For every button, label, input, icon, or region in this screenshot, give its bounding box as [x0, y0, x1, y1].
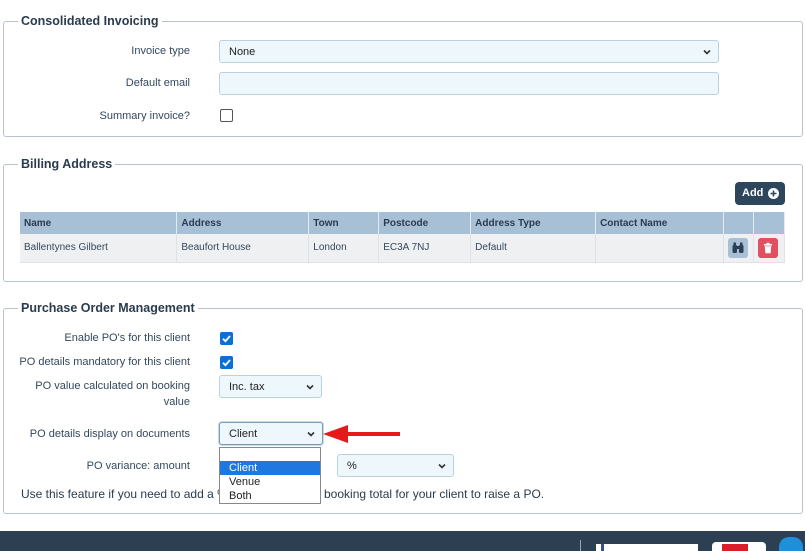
footer-logo-2 — [712, 542, 766, 551]
enable-po-checkbox[interactable] — [220, 332, 233, 345]
delete-address-button[interactable] — [757, 237, 778, 258]
billing-address-legend: Billing Address — [18, 157, 116, 172]
purchase-order-legend: Purchase Order Management — [18, 301, 198, 316]
billing-address-table: Name Address Town Postcode Address Type … — [20, 212, 786, 263]
summary-invoice-checkbox[interactable] — [220, 109, 233, 122]
chevron-down-icon — [307, 431, 315, 437]
po-value-calc-label: PO value calculated on booking value — [35, 380, 190, 408]
po-help-text-left: Use this feature if you need to add a % — [21, 487, 228, 501]
dropdown-option-both[interactable]: Both — [220, 489, 320, 503]
default-email-label: Default email — [125, 77, 190, 89]
po-variance-unit-select[interactable]: % — [337, 454, 454, 477]
dropdown-blank-row — [220, 448, 320, 461]
plus-circle-icon — [768, 188, 779, 199]
invoice-type-label: Invoice type — [131, 45, 190, 57]
cell-postcode: EC3A 7NJ — [378, 234, 472, 263]
dropdown-option-venue[interactable]: Venue — [220, 475, 320, 489]
chevron-down-icon — [306, 384, 314, 390]
summary-invoice-label: Summary invoice? — [99, 110, 190, 122]
po-mandatory-checkbox[interactable] — [220, 356, 233, 369]
column-header-contact-name[interactable]: Contact Name — [595, 212, 724, 234]
column-header-delete — [753, 212, 786, 234]
column-header-view — [723, 212, 754, 234]
footer-logo-3 — [779, 537, 803, 551]
po-display-select[interactable]: Client — [219, 422, 323, 445]
binoculars-icon — [732, 242, 744, 253]
table-row: Ballentynes Gilbert Beaufort House Londo… — [20, 234, 786, 263]
invoice-type-value: None — [229, 46, 256, 58]
column-header-name[interactable]: Name — [20, 212, 178, 234]
cell-delete — [753, 234, 786, 263]
invoice-type-select[interactable]: None — [219, 40, 719, 63]
column-header-town[interactable]: Town — [308, 212, 380, 234]
chevron-down-icon — [703, 49, 711, 55]
footer-divider — [580, 540, 581, 551]
add-address-button[interactable]: Add — [735, 182, 785, 205]
table-header-row: Name Address Town Postcode Address Type … — [20, 212, 786, 234]
view-address-button[interactable] — [727, 237, 748, 258]
consolidated-invoicing-legend: Consolidated Invoicing — [18, 14, 162, 29]
cell-view — [723, 234, 754, 263]
po-variance-label: PO variance: amount — [86, 460, 190, 472]
column-header-address-type[interactable]: Address Type — [470, 212, 597, 234]
checkmark-icon — [222, 335, 231, 343]
po-help-text-right: booking total for your client to raise a… — [324, 487, 545, 501]
chevron-down-icon — [438, 463, 446, 469]
billing-address-section: Billing Address Add Name Address Town Po… — [3, 157, 803, 282]
default-email-field[interactable] — [219, 72, 719, 95]
po-display-value: Client — [229, 428, 258, 440]
red-arrow-annotation — [323, 425, 400, 443]
po-value-calc-select[interactable]: Inc. tax — [219, 375, 322, 398]
cell-name: Ballentynes Gilbert — [20, 234, 178, 263]
po-display-label: PO details display on documents — [29, 428, 190, 440]
checkmark-icon — [222, 359, 231, 367]
po-variance-unit-value: % — [347, 460, 357, 472]
consolidated-invoicing-section: Consolidated Invoicing Invoice type None… — [3, 14, 803, 137]
trash-icon — [763, 242, 772, 253]
cell-contact-name — [595, 234, 724, 263]
cell-town: London — [308, 234, 380, 263]
purchase-order-section: Purchase Order Management Enable PO's fo… — [3, 301, 803, 514]
cell-address-type: Default — [470, 234, 597, 263]
enable-po-label: Enable PO's for this client — [64, 332, 190, 344]
add-button-label: Add — [742, 187, 764, 199]
po-value-calc-value: Inc. tax — [229, 381, 265, 393]
dropdown-option-client[interactable]: Client — [220, 461, 320, 475]
po-display-dropdown-list: Client Venue Both — [219, 447, 321, 504]
column-header-postcode[interactable]: Postcode — [378, 212, 472, 234]
footer-logo-1 — [596, 544, 698, 551]
footer-bar — [0, 531, 805, 551]
cell-address: Beaufort House — [176, 234, 310, 263]
column-header-address[interactable]: Address — [176, 212, 310, 234]
po-mandatory-label: PO details mandatory for this client — [19, 356, 190, 368]
